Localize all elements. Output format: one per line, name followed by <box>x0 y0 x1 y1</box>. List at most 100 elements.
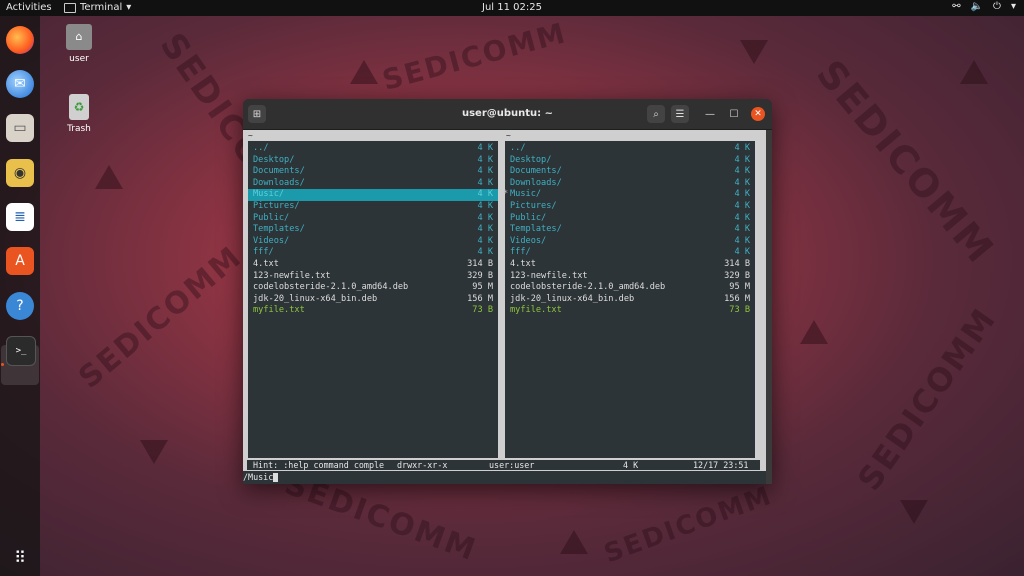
file-row[interactable]: fff/4 K <box>248 247 498 259</box>
file-size: 73 B <box>729 305 750 316</box>
file-size: 156 M <box>467 293 493 304</box>
file-row[interactable]: 123-newfile.txt 329 B <box>248 271 498 283</box>
right-pane[interactable]: ../4 K Desktop/4 K Documents/4 K Downloads/… <box>503 141 755 458</box>
file-name: Templates/ <box>253 224 305 235</box>
firefox-icon[interactable] <box>6 26 34 54</box>
file-row[interactable]: myfile.txt 73 B <box>505 305 755 317</box>
file-row[interactable]: Desktop/4 K <box>248 155 498 167</box>
wallpaper-logo: SEDICOMM <box>72 239 250 396</box>
activities-button[interactable]: Activities <box>6 2 52 13</box>
file-name: Videos/ <box>253 235 290 246</box>
file-row[interactable]: myfile.txt 73 B <box>248 305 498 317</box>
trash-icon: ♻ <box>69 94 89 120</box>
file-row[interactable]: Music/4 K <box>248 189 498 201</box>
file-size: 4 K <box>734 154 750 165</box>
file-size: 4 K <box>734 247 750 258</box>
close-button[interactable]: ✕ <box>751 107 765 121</box>
file-row[interactable]: Public/4 K <box>248 213 498 225</box>
minimize-button[interactable]: — <box>703 107 717 121</box>
thunderbird-icon[interactable]: ✉ <box>6 70 34 98</box>
file-row[interactable]: Templates/4 K <box>248 224 498 236</box>
file-name: jdk-20_linux-x64_bin.deb <box>510 293 635 304</box>
software-icon[interactable]: A <box>6 247 34 275</box>
file-row[interactable]: ../ 4 K <box>505 143 755 155</box>
terminal-icon[interactable]: >_ <box>6 336 36 366</box>
file-row[interactable]: Public/4 K <box>505 213 755 225</box>
system-tray[interactable]: ⚯ 🔈 ⏻ ▾ <box>952 1 1016 12</box>
file-name: Downloads/ <box>510 177 562 188</box>
file-row[interactable]: 4.txt 314 B <box>248 259 498 271</box>
wallpaper-triangle <box>740 40 768 64</box>
file-name: codelobsteride-2.1.0_amd64.deb <box>510 282 666 293</box>
file-name: Documents/ <box>510 166 562 177</box>
file-name: Public/ <box>510 212 547 223</box>
file-row[interactable]: Desktop/4 K <box>505 155 755 167</box>
status-owner: user:user <box>489 460 535 470</box>
file-row[interactable]: Downloads/4 K <box>505 178 755 190</box>
file-size: 4 K <box>477 177 493 188</box>
terminal-content[interactable]: ~ ~ ../4 K Desktop/4 K Documents/4 K Downlo… <box>243 130 772 484</box>
file-row[interactable]: Documents/4 K <box>505 166 755 178</box>
title-bar[interactable]: ⊞ user@ubuntu: ~ ⌕ ☰ — ☐ ✕ <box>243 99 772 130</box>
file-row[interactable]: Pictures/4 K <box>248 201 498 213</box>
search-button[interactable]: ⌕ <box>647 105 665 123</box>
app-menu[interactable]: Terminal ▾ <box>64 2 131 13</box>
command-line[interactable]: /Music <box>243 471 772 484</box>
file-name: Downloads/ <box>253 177 305 188</box>
file-name: ../ <box>510 143 526 153</box>
file-size: 4 K <box>734 235 750 246</box>
file-row[interactable]: 123-newfile.txt 329 B <box>505 271 755 283</box>
clock[interactable]: Jul 11 02:25 <box>482 2 542 13</box>
maximize-button[interactable]: ☐ <box>727 107 741 121</box>
file-row[interactable]: * Music/4 K <box>503 189 755 201</box>
app-menu-label: Terminal <box>80 2 123 13</box>
file-name: Pictures/ <box>510 201 557 211</box>
scrollbar[interactable] <box>766 130 772 484</box>
file-row[interactable]: 4.txt 314 B <box>505 259 755 271</box>
file-row[interactable]: codelobsteride-2.1.0_amd64.deb 95 M <box>248 282 498 294</box>
file-row[interactable]: fff/4 K <box>505 247 755 259</box>
file-name: Music/ <box>510 189 542 200</box>
file-row[interactable]: Pictures/4 K <box>505 201 755 213</box>
file-size: 4 K <box>477 201 493 211</box>
file-row[interactable]: Videos/4 K <box>248 236 498 248</box>
status-line: Hint: :help command comple drwxr-xr-x us… <box>247 460 760 470</box>
wallpaper-triangle <box>900 500 928 524</box>
desktop-trash[interactable]: ♻ Trash <box>49 94 109 134</box>
file-row[interactable]: codelobsteride-2.1.0_amd64.deb 95 M <box>505 282 755 294</box>
file-row[interactable]: Documents/4 K <box>248 166 498 178</box>
file-name: fff/ <box>253 247 274 258</box>
file-name: Music/ <box>253 189 285 200</box>
menu-button[interactable]: ☰ <box>671 105 689 123</box>
home-folder-label: user <box>69 54 89 64</box>
file-size: 329 B <box>467 270 493 281</box>
wallpaper-logo: SEDICOMM <box>378 16 571 97</box>
rhythmbox-icon[interactable]: ◉ <box>6 159 34 187</box>
terminal-app-icon <box>64 2 76 13</box>
files-icon[interactable]: ▭ <box>6 114 34 142</box>
file-row[interactable]: ../ 4 K <box>248 143 498 155</box>
running-dot <box>1 363 4 366</box>
file-name: Documents/ <box>253 166 305 177</box>
terminal-window: ⊞ user@ubuntu: ~ ⌕ ☰ — ☐ ✕ ~ ~ ../4 K Des… <box>243 99 772 484</box>
file-name: Videos/ <box>510 235 547 246</box>
file-size: 4 K <box>734 177 750 188</box>
writer-icon[interactable]: ≣ <box>6 203 34 231</box>
file-name: Templates/ <box>510 224 562 235</box>
help-icon[interactable]: ? <box>6 292 34 320</box>
show-apps-icon[interactable]: ⠿ <box>6 543 34 571</box>
desktop-home-folder[interactable]: ⌂ user <box>49 24 109 64</box>
file-row[interactable]: jdk-20_linux-x64_bin.deb 156 M <box>248 294 498 306</box>
file-row[interactable]: Videos/4 K <box>505 236 755 248</box>
file-row[interactable]: jdk-20_linux-x64_bin.deb 156 M <box>505 294 755 306</box>
file-row[interactable]: Templates/4 K <box>505 224 755 236</box>
file-name: ../ <box>253 143 269 153</box>
wallpaper-logo: SEDICOMM <box>600 480 777 570</box>
file-name: fff/ <box>510 247 531 258</box>
left-pane[interactable]: ../4 K Desktop/4 K Documents/4 K Downloads/… <box>248 141 498 458</box>
file-row[interactable]: Downloads/4 K <box>248 178 498 190</box>
status-size: 4 K <box>623 460 639 470</box>
wallpaper-triangle <box>560 530 588 554</box>
wallpaper-triangle <box>140 440 168 464</box>
file-size: 156 M <box>724 293 750 304</box>
